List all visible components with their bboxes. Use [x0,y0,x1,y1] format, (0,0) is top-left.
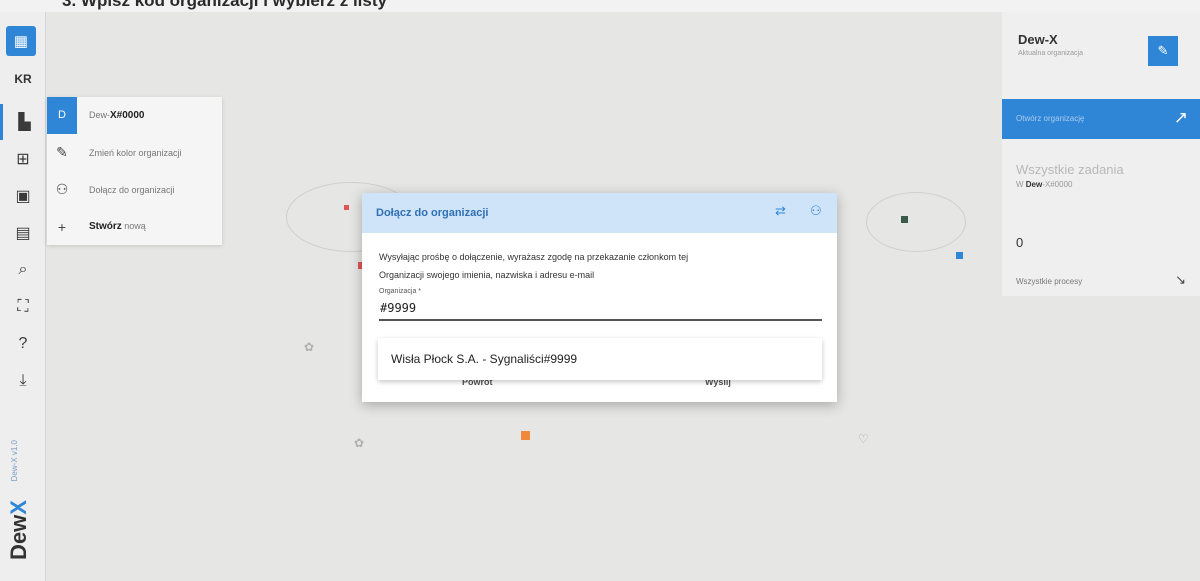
dialog-title: Dołącz do organizacji [376,207,489,219]
apps-icon[interactable]: ▦ [6,26,36,56]
organization-menu: D Dew-X#0000 ✎ Zmień kolor organizacji ⚇… [47,97,222,245]
org-name: Dew-X [1018,32,1058,47]
version-label: Dew-X v1.0 [10,440,19,482]
scan-icon[interactable]: ⛶ [0,289,46,325]
all-tasks-link[interactable]: Wszystkie zadania [1016,162,1124,177]
graph-node[interactable] [956,252,963,259]
graph-cluster-right [866,192,966,252]
org-menu-current[interactable]: D Dew-X#0000 [47,97,222,134]
dialog-header: Dołącz do organizacji ⇄ ⚇ [362,193,837,233]
org-letter-icon: D [47,97,77,134]
graph-node[interactable] [521,431,530,440]
left-rail: ▦ KR ▙ ⊞ ▣ ▤ ⌕ ⛶ ? ⤓ Dew-X v1.0 DewX [0,12,46,581]
organization-panel: Dew-X Aktualna organizacja ✎ Otwórz orga… [1002,12,1200,296]
add-user-icon: ⚇ [55,181,69,197]
open-organization-button[interactable]: Otwórz organizację ↗ [1002,99,1200,139]
dialog-body: Wysyłając prośbę o dołączenie, wyrażasz … [362,233,837,321]
graph-node[interactable] [344,205,349,210]
app-logo: DewX [6,500,31,560]
consent-text-line1: Wysyłając prośbę o dołączenie, wyrażasz … [379,252,689,262]
add-user-icon[interactable]: ⚇ [810,203,822,219]
all-processes-link[interactable]: Wszystkie procesy [1016,277,1082,286]
inbox-icon[interactable]: ▤ [0,215,46,251]
organization-code-input[interactable] [379,297,822,321]
org-menu-create[interactable]: + Stwórz nową [47,208,222,245]
consent-text-line2: Organizacji swojego imienia, nazwiska i … [379,270,595,280]
palette-icon: ✎ [56,144,68,160]
graph-gear-icon: ✿ [354,436,365,450]
swap-icon[interactable]: ⇄ [775,203,786,219]
graph-node[interactable] [901,216,908,223]
hierarchy-icon[interactable]: ⊞ [0,141,46,177]
org-menu-join[interactable]: ⚇ Dołącz do organizacji [47,171,222,208]
organization-icon[interactable]: ▙ [0,104,46,140]
help-icon[interactable]: ? [0,326,46,362]
search-icon[interactable]: ⌕ [0,252,46,288]
tasks-icon[interactable]: ▣ [0,178,46,214]
organization-suggestion[interactable]: Wisła Płock S.A. - Sygnaliści#9999 [378,338,822,380]
download-icon[interactable]: ⤓ [0,363,46,399]
pin-icon[interactable]: ✎ [1148,36,1178,66]
instruction-text: 3. Wpisz kod organizacji i wybierz z lis… [62,0,387,10]
instruction-strip: 3. Wpisz kod organizacji i wybierz z lis… [0,0,1200,12]
graph-gear-icon: ✿ [304,340,315,354]
external-link-icon: ↗ [1173,108,1188,127]
organization-field-label: Organizacja * [379,288,422,295]
task-count: 0 [1016,235,1024,250]
graph-shield-icon: ♡ [858,432,869,446]
user-initials[interactable]: KR [0,72,46,86]
org-menu-change-color[interactable]: ✎ Zmień kolor organizacji [47,134,222,171]
join-organization-dialog: Dołącz do organizacji ⇄ ⚇ Wysyłając proś… [362,193,837,402]
plus-icon: + [57,218,67,235]
tasks-scope: W Dew-X#0000 [1016,180,1073,189]
arrow-down-right-icon[interactable]: ↘ [1175,272,1186,288]
org-subtitle: Aktualna organizacja [1018,50,1083,57]
